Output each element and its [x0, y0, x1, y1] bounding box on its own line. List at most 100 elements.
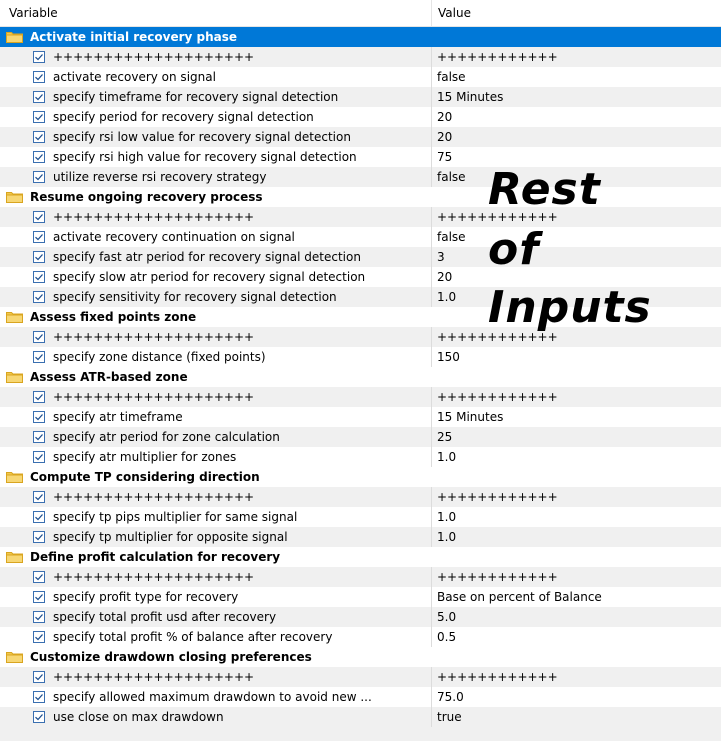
- value-cell[interactable]: false: [432, 67, 721, 87]
- variable-label: specify atr multiplier for zones: [53, 450, 237, 464]
- input-row[interactable]: specify atr timeframe 15 Minutes: [0, 407, 721, 427]
- value-cell[interactable]: Base on percent of Balance: [432, 587, 721, 607]
- column-header-value[interactable]: Value: [432, 0, 721, 26]
- checkbox-checked-icon[interactable]: [33, 511, 45, 523]
- checkbox-checked-icon[interactable]: [33, 51, 45, 63]
- input-row[interactable]: specify rsi low value for recovery signa…: [0, 127, 721, 147]
- checkbox-checked-icon[interactable]: [33, 691, 45, 703]
- value-cell[interactable]: ++++++++++++: [432, 487, 721, 507]
- value-cell[interactable]: 1.0: [432, 507, 721, 527]
- checkbox-checked-icon[interactable]: [33, 411, 45, 423]
- checkbox-checked-icon[interactable]: [33, 151, 45, 163]
- checkbox-checked-icon[interactable]: [33, 331, 45, 343]
- value-cell[interactable]: 150: [432, 347, 721, 367]
- checkbox-checked-icon[interactable]: [33, 171, 45, 183]
- variable-cell: specify tp pips multiplier for same sign…: [0, 507, 432, 527]
- variable-label: specify tp pips multiplier for same sign…: [53, 510, 298, 524]
- input-row[interactable]: ++++++++++++++++++++ ++++++++++++: [0, 387, 721, 407]
- input-row[interactable]: specify timeframe for recovery signal de…: [0, 87, 721, 107]
- checkbox-checked-icon[interactable]: [33, 711, 45, 723]
- overlay-text-inputs: Inputs: [488, 282, 652, 333]
- checkbox-checked-icon[interactable]: [33, 271, 45, 283]
- input-row[interactable]: specify period for recovery signal detec…: [0, 107, 721, 127]
- checkbox-checked-icon[interactable]: [33, 571, 45, 583]
- input-row[interactable]: specify allowed maximum drawdown to avoi…: [0, 687, 721, 707]
- checkbox-checked-icon[interactable]: [33, 71, 45, 83]
- checkbox-checked-icon[interactable]: [33, 391, 45, 403]
- checkbox-checked-icon[interactable]: [33, 231, 45, 243]
- variable-cell: ++++++++++++++++++++: [0, 327, 432, 347]
- checkbox-checked-icon[interactable]: [33, 351, 45, 363]
- checkbox-checked-icon[interactable]: [33, 291, 45, 303]
- checkbox-checked-icon[interactable]: [33, 91, 45, 103]
- variable-cell: ++++++++++++++++++++: [0, 387, 432, 407]
- column-header-variable[interactable]: Variable: [0, 0, 432, 26]
- checkbox-checked-icon[interactable]: [33, 131, 45, 143]
- input-row[interactable]: activate recovery on signal false: [0, 67, 721, 87]
- input-row[interactable]: specify total profit % of balance after …: [0, 627, 721, 647]
- input-row[interactable]: specify profit type for recovery Base on …: [0, 587, 721, 607]
- variable-label: ++++++++++++++++++++: [53, 210, 255, 224]
- checkbox-checked-icon[interactable]: [33, 631, 45, 643]
- input-row[interactable]: specify fast atr period for recovery sig…: [0, 247, 721, 267]
- value-cell[interactable]: 5.0: [432, 607, 721, 627]
- table-header: Variable Value: [0, 0, 721, 27]
- value-cell[interactable]: 1.0: [432, 447, 721, 467]
- variable-label: specify timeframe for recovery signal de…: [53, 90, 339, 104]
- input-row[interactable]: specify atr multiplier for zones 1.0: [0, 447, 721, 467]
- value-cell[interactable]: ++++++++++++: [432, 667, 721, 687]
- input-row[interactable]: ++++++++++++++++++++ ++++++++++++: [0, 207, 721, 227]
- variable-cell: specify atr period for zone calculation: [0, 427, 432, 447]
- value-cell[interactable]: 3: [432, 247, 721, 267]
- value-cell[interactable]: 15 Minutes: [432, 407, 721, 427]
- group-row[interactable]: Activate initial recovery phase: [0, 27, 721, 47]
- value-cell[interactable]: 0.5: [432, 627, 721, 647]
- checkbox-checked-icon[interactable]: [33, 491, 45, 503]
- value-cell[interactable]: 25: [432, 427, 721, 447]
- input-row[interactable]: specify total profit usd after recovery 5…: [0, 607, 721, 627]
- value-cell[interactable]: 15 Minutes: [432, 87, 721, 107]
- checkbox-checked-icon[interactable]: [33, 251, 45, 263]
- checkbox-checked-icon[interactable]: [33, 671, 45, 683]
- input-row[interactable]: utilize reverse rsi recovery strategy fal…: [0, 167, 721, 187]
- input-row[interactable]: specify zone distance (fixed points) 150: [0, 347, 721, 367]
- variable-cell: specify timeframe for recovery signal de…: [0, 87, 432, 107]
- group-row[interactable]: Customize drawdown closing preferences: [0, 647, 721, 667]
- checkbox-checked-icon[interactable]: [33, 591, 45, 603]
- input-row[interactable]: specify rsi high value for recovery sign…: [0, 147, 721, 167]
- variable-cell: utilize reverse rsi recovery strategy: [0, 167, 432, 187]
- input-row[interactable]: ++++++++++++++++++++ ++++++++++++: [0, 487, 721, 507]
- checkbox-checked-icon[interactable]: [33, 611, 45, 623]
- input-row[interactable]: specify tp multiplier for opposite signa…: [0, 527, 721, 547]
- input-row[interactable]: use close on max drawdown true: [0, 707, 721, 727]
- input-row[interactable]: specify atr period for zone calculation 2…: [0, 427, 721, 447]
- group-row[interactable]: Compute TP considering direction: [0, 467, 721, 487]
- group-row[interactable]: Resume ongoing recovery process: [0, 187, 721, 207]
- group-cell: Resume ongoing recovery process: [0, 187, 263, 207]
- value-cell[interactable]: ++++++++++++: [432, 47, 721, 67]
- checkbox-checked-icon[interactable]: [33, 111, 45, 123]
- input-row[interactable]: activate recovery continuation on signal…: [0, 227, 721, 247]
- variable-label: specify atr period for zone calculation: [53, 430, 280, 444]
- variable-label: utilize reverse rsi recovery strategy: [53, 170, 267, 184]
- value-cell[interactable]: ++++++++++++: [432, 387, 721, 407]
- input-row[interactable]: ++++++++++++++++++++ ++++++++++++: [0, 667, 721, 687]
- checkbox-checked-icon[interactable]: [33, 451, 45, 463]
- group-cell: Compute TP considering direction: [0, 467, 260, 487]
- value-cell[interactable]: ++++++++++++: [432, 567, 721, 587]
- value-cell[interactable]: 20: [432, 107, 721, 127]
- checkbox-checked-icon[interactable]: [33, 211, 45, 223]
- group-row[interactable]: Assess ATR-based zone: [0, 367, 721, 387]
- checkbox-checked-icon[interactable]: [33, 431, 45, 443]
- checkbox-checked-icon[interactable]: [33, 531, 45, 543]
- value-cell[interactable]: 75.0: [432, 687, 721, 707]
- value-cell[interactable]: 20: [432, 127, 721, 147]
- input-row[interactable]: ++++++++++++++++++++ ++++++++++++: [0, 567, 721, 587]
- value-cell[interactable]: true: [432, 707, 721, 727]
- input-row[interactable]: ++++++++++++++++++++ ++++++++++++: [0, 47, 721, 67]
- group-row[interactable]: Define profit calculation for recovery: [0, 547, 721, 567]
- value-cell[interactable]: false: [432, 227, 721, 247]
- input-row[interactable]: specify tp pips multiplier for same sign…: [0, 507, 721, 527]
- variable-label: specify zone distance (fixed points): [53, 350, 266, 364]
- value-cell[interactable]: 1.0: [432, 527, 721, 547]
